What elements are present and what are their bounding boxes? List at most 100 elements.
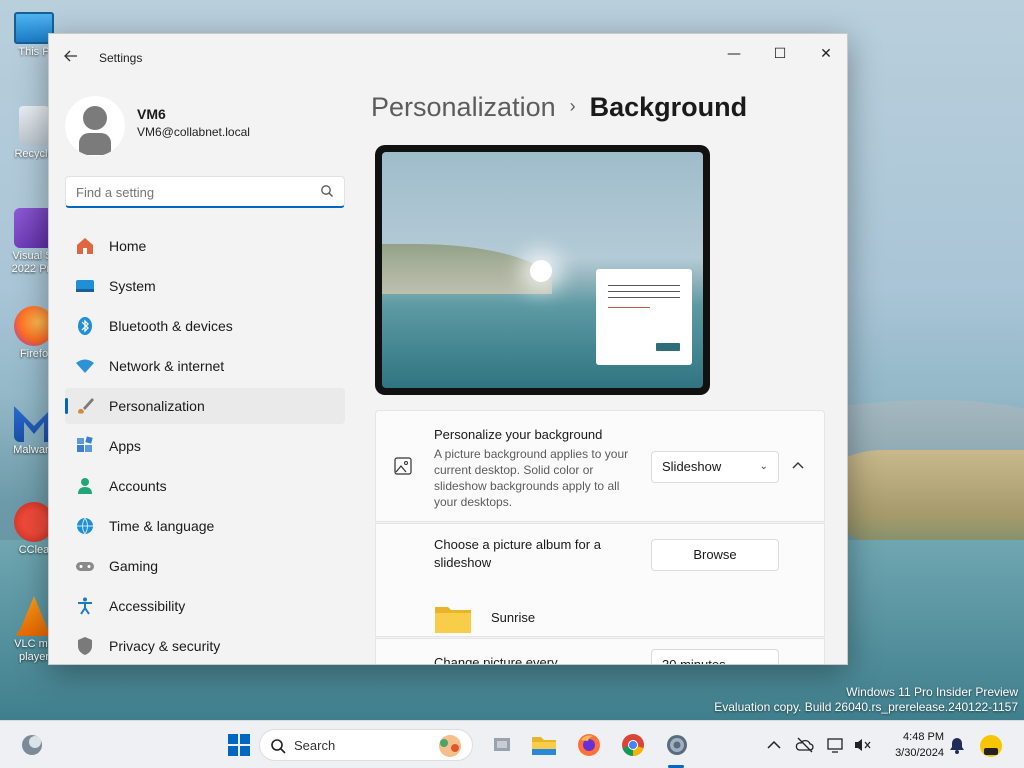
file-explorer-icon[interactable]: [530, 731, 558, 759]
sidebar-item-label: Gaming: [109, 558, 159, 574]
cloud-offline-icon[interactable]: [795, 735, 815, 755]
preview-shore: [382, 244, 552, 294]
accounts-icon: [75, 476, 95, 496]
widgets-icon[interactable]: [18, 731, 46, 759]
gamepad-icon: [75, 556, 95, 576]
user-name: VM6: [137, 106, 166, 122]
sidebar-item-home[interactable]: Home: [65, 228, 345, 264]
system-icon: [75, 276, 95, 296]
interval-dropdown[interactable]: 30 minutes ⌄: [651, 649, 779, 665]
chevron-down-icon: ⌄: [759, 461, 768, 472]
change-picture-card: Change picture every 30 minutes ⌄: [375, 638, 825, 665]
apps-icon: [75, 436, 95, 456]
insider-badge-icon[interactable]: [978, 733, 1004, 759]
clock-time: 4:48 PM: [903, 731, 944, 743]
chevron-down-icon: ⌄: [759, 659, 768, 665]
preview-line: [608, 297, 680, 298]
evaluation-watermark: Windows 11 Pro Insider Preview Evaluatio…: [714, 685, 1018, 715]
background-type-dropdown[interactable]: Slideshow ⌄: [651, 451, 779, 483]
title-bar[interactable]: Settings — ☐ ✕: [49, 34, 847, 82]
album-title: Choose a picture album for a slideshow: [434, 537, 601, 570]
personalize-description: A picture background applies to your cur…: [434, 447, 629, 509]
search-icon: [271, 739, 286, 754]
sidebar-item-system[interactable]: System: [65, 268, 345, 304]
close-button[interactable]: ✕: [803, 38, 847, 70]
sidebar-item-label: Privacy & security: [109, 638, 221, 654]
collapse-button[interactable]: [790, 458, 806, 474]
picture-album-card: Choose a picture album for a slideshow B…: [375, 523, 825, 637]
sidebar-item-label: System: [109, 278, 156, 294]
taskbar-search[interactable]: Search: [259, 729, 473, 761]
sidebar-item-accounts[interactable]: Accounts: [65, 468, 345, 504]
preview-sun: [530, 260, 552, 282]
breadcrumb-parent[interactable]: Personalization: [371, 92, 556, 122]
preview-sample-window: [596, 269, 692, 365]
chevron-up-icon[interactable]: [764, 735, 784, 755]
page-title: Background: [589, 92, 748, 122]
chevron-up-icon: [792, 462, 804, 469]
shield-icon: [75, 636, 95, 656]
accessibility-icon: [75, 596, 95, 616]
system-clock[interactable]: 4:48 PM 3/30/2024: [874, 729, 944, 761]
sidebar-item-label: Bluetooth & devices: [109, 318, 233, 334]
sidebar-item-network[interactable]: Network & internet: [65, 348, 345, 384]
avatar-body: [79, 133, 111, 155]
picture-icon: [394, 457, 412, 475]
back-arrow-icon: [64, 50, 77, 62]
folder-icon: [435, 607, 471, 633]
personalize-title: Personalize your background: [434, 427, 603, 442]
sidebar-item-accessibility[interactable]: Accessibility: [65, 588, 345, 624]
task-view-icon[interactable]: [488, 731, 516, 759]
search-input[interactable]: [66, 177, 316, 207]
interval-title: Change picture every: [434, 655, 558, 665]
search-icon: [321, 185, 333, 197]
avatar[interactable]: [65, 96, 125, 156]
sidebar-item-bluetooth[interactable]: Bluetooth & devices: [65, 308, 345, 344]
volume-muted-icon[interactable]: [852, 735, 872, 755]
settings-gear-icon[interactable]: [663, 731, 691, 759]
album-folder-name: Sunrise: [491, 610, 536, 625]
home-icon: [75, 236, 95, 256]
preview-image: [382, 152, 703, 388]
back-button[interactable]: [61, 48, 81, 68]
breadcrumb: Personalization › Background: [371, 92, 747, 123]
sidebar-item-privacy-security[interactable]: Privacy & security: [65, 628, 345, 664]
sidebar-item-time-language[interactable]: Time & language: [65, 508, 345, 544]
network-monitor-icon[interactable]: [826, 735, 846, 755]
taskbar: Search 4:48 PM 3/30/2024: [0, 720, 1024, 768]
watermark-line: Windows 11 Pro Insider Preview: [846, 685, 1018, 699]
minimize-button[interactable]: —: [711, 38, 757, 70]
sidebar-nav: Home System Bluetooth & devices Network …: [65, 228, 345, 664]
sidebar-item-apps[interactable]: Apps: [65, 428, 345, 464]
breadcrumb-separator: ›: [569, 96, 576, 116]
maximize-button[interactable]: ☐: [757, 38, 803, 70]
preview-button: [656, 343, 680, 351]
sidebar-item-label: Personalization: [109, 398, 205, 414]
sidebar-item-gaming[interactable]: Gaming: [65, 548, 345, 584]
search-box[interactable]: [65, 176, 345, 208]
bluetooth-icon: [75, 316, 95, 336]
brush-icon: [75, 396, 95, 416]
search-highlight-icon: [439, 735, 461, 757]
sidebar-item-label: Accessibility: [109, 598, 186, 614]
preview-line: [608, 307, 650, 308]
sidebar-item-label: Apps: [109, 438, 141, 454]
browse-button[interactable]: Browse: [651, 539, 779, 571]
user-email: VM6@collabnet.local: [137, 125, 250, 139]
bell-icon[interactable]: [947, 735, 967, 755]
sidebar-item-label: Time & language: [109, 518, 215, 534]
sidebar-item-label: Accounts: [109, 478, 167, 494]
start-icon[interactable]: [226, 731, 252, 759]
globe-icon: [75, 516, 95, 536]
chrome-icon[interactable]: [619, 731, 647, 759]
avatar-head: [83, 106, 107, 130]
personalize-background-card: Personalize your background A picture ba…: [375, 410, 825, 522]
firefox-icon[interactable]: [575, 731, 603, 759]
preview-line: [608, 291, 680, 292]
sidebar-item-label: Home: [109, 238, 147, 254]
window-title: Settings: [99, 51, 143, 65]
sidebar-item-personalization[interactable]: Personalization: [65, 388, 345, 424]
dropdown-value: Slideshow: [662, 459, 722, 474]
sidebar-item-label: Network & internet: [109, 358, 225, 374]
background-preview: [375, 145, 710, 395]
